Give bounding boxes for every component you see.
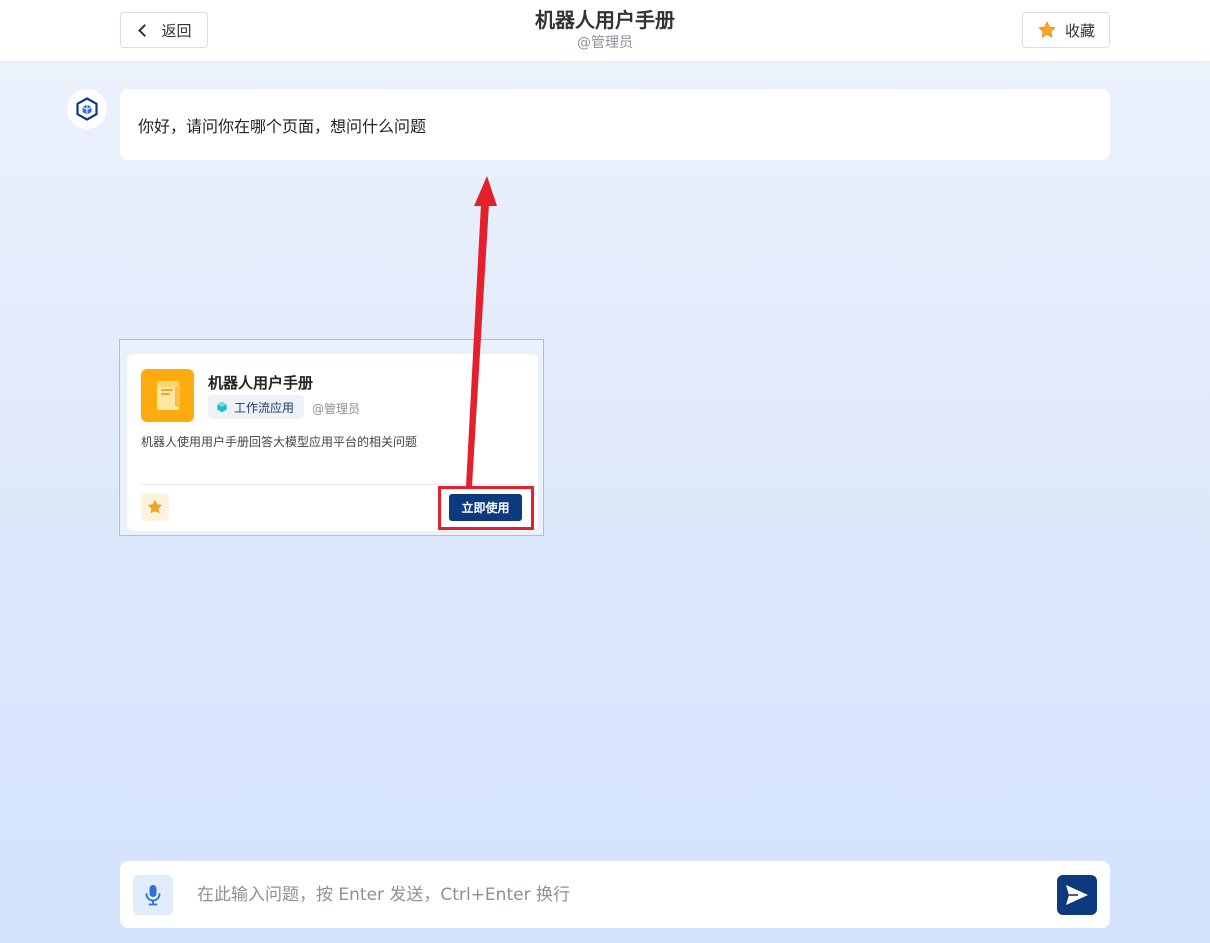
app-card-owner: @管理员: [312, 402, 361, 416]
star-icon: [1038, 21, 1056, 38]
star-icon: [148, 500, 162, 514]
microphone-icon: [145, 885, 161, 906]
chat-input-bar: [120, 861, 1110, 928]
favorite-button-label: 收藏: [1064, 21, 1095, 40]
send-button[interactable]: [1057, 875, 1097, 915]
card-favorite-button[interactable]: [141, 493, 169, 521]
app-icon: [141, 369, 194, 422]
bot-message-text: 你好，请问你在哪个页面，想问什么问题: [138, 116, 427, 136]
app-type-tag-label: 工作流应用: [234, 400, 295, 415]
bot-message-bubble: 你好，请问你在哪个页面，想问什么问题: [120, 89, 1110, 160]
cube-icon: [217, 401, 227, 413]
voice-input-button[interactable]: [133, 875, 173, 915]
annotation-highlight-box: [438, 486, 534, 530]
favorite-button[interactable]: 收藏: [1022, 12, 1110, 48]
app-type-tag: 工作流应用: [208, 395, 305, 419]
send-icon: [1066, 885, 1088, 905]
notebook-icon: [156, 380, 180, 410]
top-header: 返回 机器人用户手册 @管理员 收藏: [0, 0, 1210, 62]
card-divider: [141, 484, 524, 485]
question-input[interactable]: [186, 875, 1046, 915]
bot-avatar: [67, 89, 107, 129]
app-card-title: 机器人用户手册: [208, 374, 314, 392]
bot-logo-icon: [76, 97, 98, 121]
app-card-description: 机器人使用用户手册回答大模型应用平台的相关问题: [141, 435, 418, 449]
